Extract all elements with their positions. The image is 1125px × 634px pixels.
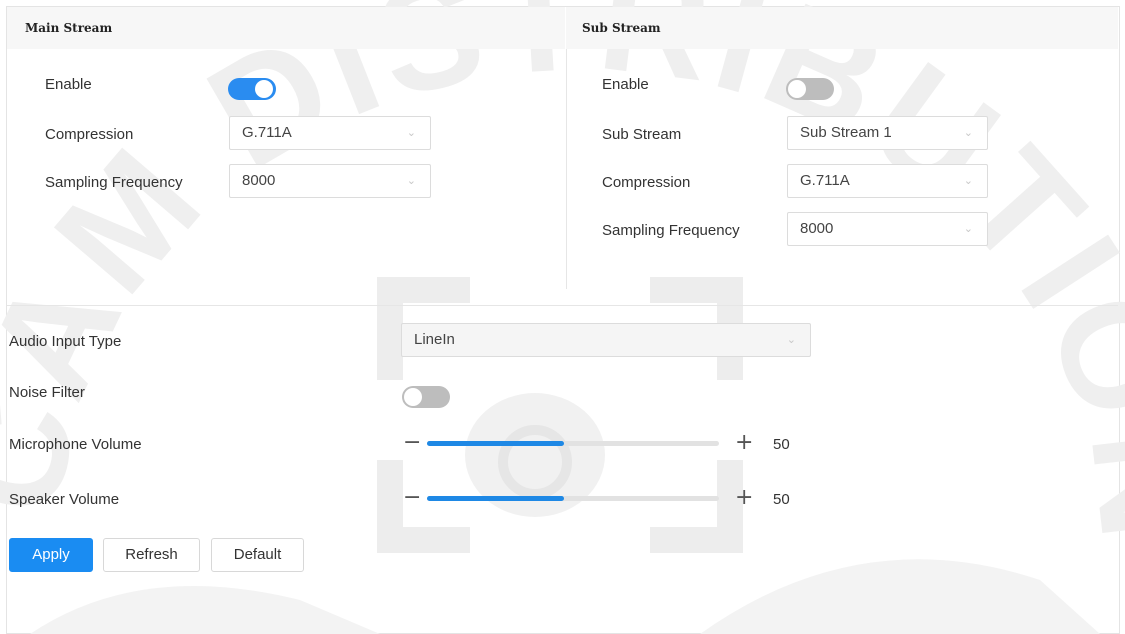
sub-stream-select-label: Sub Stream: [602, 126, 682, 143]
sub-stream-select-value: Sub Stream 1: [800, 124, 892, 141]
chevron-down-icon: ⌄: [963, 175, 973, 187]
sub-stream-select[interactable]: Sub Stream 1 ⌄: [787, 116, 988, 150]
chevron-down-icon: ⌄: [963, 223, 973, 235]
chevron-down-icon: ⌄: [786, 334, 796, 346]
main-compression-label: Compression: [45, 126, 134, 143]
speaker-volume-fill: [427, 496, 565, 501]
apply-button[interactable]: Apply: [9, 538, 93, 572]
speaker-volume-decrease-button[interactable]: −: [403, 487, 421, 509]
mic-volume-increase-button[interactable]: +: [735, 432, 753, 454]
sub-sampling-value: 8000: [800, 220, 834, 237]
sub-compression-select[interactable]: G.711A ⌄: [787, 164, 988, 198]
sub-stream-title: Sub Stream: [582, 21, 661, 35]
noise-filter-label: Noise Filter: [9, 384, 85, 401]
main-sampling-select[interactable]: 8000 ⌄: [229, 164, 431, 198]
audio-input-type-value: LineIn: [414, 331, 455, 348]
main-stream-header: Main Stream: [7, 7, 565, 49]
sub-sampling-label: Sampling Frequency: [602, 222, 740, 239]
main-compression-select[interactable]: G.711A ⌄: [229, 116, 431, 150]
sub-compression-value: G.711A: [800, 172, 850, 189]
mic-volume-decrease-button[interactable]: −: [403, 432, 421, 454]
mic-volume-fill: [427, 441, 565, 446]
speaker-volume-slider[interactable]: [427, 496, 719, 501]
default-button[interactable]: Default: [211, 538, 304, 572]
main-enable-label: Enable: [45, 76, 92, 93]
speaker-volume-label: Speaker Volume: [9, 491, 120, 508]
sub-enable-toggle[interactable]: [786, 78, 834, 100]
mic-volume-value: 50: [773, 436, 790, 453]
sub-enable-label: Enable: [602, 76, 649, 93]
chevron-down-icon: ⌄: [963, 127, 973, 139]
main-sampling-value: 8000: [242, 172, 276, 189]
audio-input-type-label: Audio Input Type: [9, 333, 122, 350]
stream-divider: [566, 49, 567, 289]
chevron-down-icon: ⌄: [406, 175, 416, 187]
mic-volume-slider[interactable]: [427, 441, 719, 446]
microphone-volume-label: Microphone Volume: [9, 436, 142, 453]
main-sampling-label: Sampling Frequency: [45, 174, 183, 191]
chevron-down-icon: ⌄: [406, 127, 416, 139]
main-stream-title: Main Stream: [25, 21, 113, 35]
sub-sampling-select[interactable]: 8000 ⌄: [787, 212, 988, 246]
sub-stream-header: Sub Stream: [566, 7, 1118, 49]
speaker-volume-value: 50: [773, 491, 790, 508]
main-enable-toggle[interactable]: [228, 78, 276, 100]
refresh-button[interactable]: Refresh: [103, 538, 200, 572]
sub-compression-label: Compression: [602, 174, 691, 191]
main-compression-value: G.711A: [242, 124, 292, 141]
speaker-volume-increase-button[interactable]: +: [735, 487, 753, 509]
noise-filter-toggle[interactable]: [402, 386, 450, 408]
audio-input-type-select[interactable]: LineIn ⌄: [401, 323, 811, 357]
